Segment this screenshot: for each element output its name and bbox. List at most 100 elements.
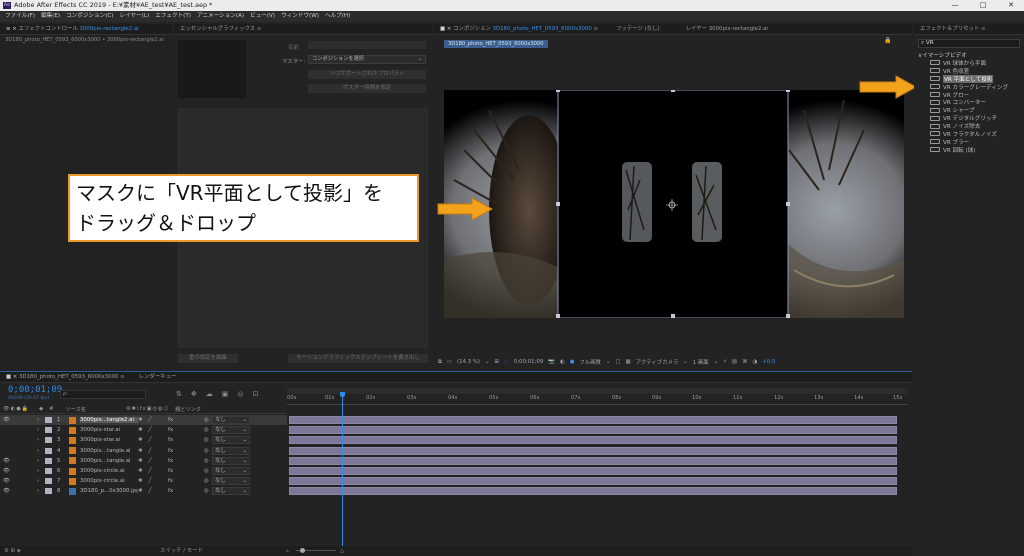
category-immersive-video[interactable]: ∨イマーシブビデオ — [918, 51, 967, 59]
timeline-comp-tab[interactable]: ■ × 3D180_photo_HET_0593_6000x3000 ≡ — [6, 372, 125, 382]
layer-row[interactable]: › 4 3000pix...tangle.ai ✱ ╱ fx ◎ なし ⌄ — [0, 446, 287, 456]
layer-row[interactable]: 👁 › 1 3000pix...tangle2.ai ✱ ╱ fx ◎ なし ⌄ — [0, 415, 287, 425]
menu-composition[interactable]: コンポジション(C) — [66, 11, 113, 22]
menu-edit[interactable]: 編集(E) — [41, 11, 60, 22]
parent-dropdown[interactable]: なし ⌄ — [212, 416, 250, 424]
eye-icon[interactable]: 👁 — [3, 458, 11, 464]
menu-effect[interactable]: エフェクト(T) — [155, 11, 191, 22]
layer-name[interactable]: 3000pix-star.ai — [80, 437, 138, 443]
layer-switches[interactable]: ✱ ╱ — [138, 488, 168, 494]
quality-switch[interactable]: fx — [168, 417, 180, 423]
time-ruler[interactable]: 00s 01s 02s 03s 04s 05s 06s 07s 08s 09s … — [287, 394, 907, 405]
layer-switches[interactable]: ✱ ╱ — [138, 427, 168, 433]
transparency-grid-icon[interactable]: ▦ — [626, 359, 631, 365]
quality-switch[interactable]: fx — [168, 427, 180, 433]
menu-layer[interactable]: レイヤー(L) — [120, 11, 150, 22]
transform-handle[interactable] — [671, 314, 675, 318]
graph-editor-icon[interactable]: ⊡ — [252, 390, 258, 398]
pickwhip-icon[interactable]: ◎ — [204, 427, 212, 433]
timeline-current-time[interactable]: 0;00;01;09 — [8, 385, 62, 395]
maximize-button[interactable]: □ — [972, 0, 994, 11]
effect-item[interactable]: VR 回転 (球) — [930, 146, 1022, 154]
quality-switch[interactable]: fx — [168, 488, 180, 494]
show-channel-icon[interactable]: ◐ — [560, 359, 565, 365]
parent-dropdown[interactable]: なし ⌄ — [212, 487, 250, 496]
layer-duration-bar[interactable] — [289, 446, 897, 455]
draft-3d-icon[interactable]: ✥ — [191, 390, 197, 398]
edit-settings-button[interactable]: 重の設定を編集 — [178, 354, 238, 363]
name-field[interactable] — [308, 41, 426, 49]
pickwhip-icon[interactable]: ◎ — [204, 448, 212, 454]
render-queue-tab[interactable]: レンダーキュー — [139, 372, 177, 382]
layer-switches[interactable]: ✱ ╱ — [138, 437, 168, 443]
snapshot-icon[interactable]: 📷 — [548, 359, 555, 365]
effect-item[interactable]: VR デジタルグリッチ — [930, 114, 1022, 122]
layer-row[interactable]: 👁 › 6 3000pix-circle.ai ✱ ╱ fx ◎ なし ⌄ — [0, 466, 287, 476]
effect-item[interactable]: VR 球体から平面 — [930, 59, 1022, 67]
camera-dropdown[interactable]: アクティブカメラ — [636, 358, 679, 366]
chevron-right-icon[interactable]: › — [37, 448, 45, 454]
layer-name[interactable]: 3000pix...tangle.ai — [80, 448, 138, 454]
menu-view[interactable]: ビュー(V) — [250, 11, 275, 22]
layer-name[interactable]: 3D180_p...0x3000.jpg — [80, 488, 138, 494]
quality-switch[interactable]: fx — [168, 458, 180, 464]
layer-name[interactable]: 3000pix...tangle2.ai — [80, 417, 138, 423]
eye-icon[interactable]: 👁 — [3, 488, 11, 494]
effect-item[interactable]: VR シャープ — [930, 106, 1022, 114]
layer-name[interactable]: 3000pix-star.ai — [80, 427, 138, 433]
label-color-swatch[interactable] — [45, 457, 52, 464]
chevron-right-icon[interactable]: › — [37, 488, 45, 494]
effect-item[interactable]: VR コンバーター — [930, 98, 1022, 106]
effect-item[interactable]: VR ノイズ除去 — [930, 122, 1022, 130]
transform-handle[interactable] — [556, 202, 560, 206]
parent-dropdown[interactable]: なし ⌄ — [212, 436, 250, 445]
frame-blend-icon[interactable]: ▣ — [222, 390, 229, 398]
resolution-dropdown[interactable]: フル画質 — [579, 358, 601, 366]
layer-row[interactable]: 👁 › 8 3D180_p...0x3000.jpg ✱ ╱ fx ◎ なし ⌄ — [0, 486, 287, 496]
current-time[interactable]: 0;00;01;09 — [514, 359, 543, 365]
label-color-swatch[interactable] — [45, 417, 52, 423]
composition-canvas[interactable] — [444, 90, 904, 318]
transform-handle[interactable] — [556, 90, 560, 92]
quality-switch[interactable]: fx — [168, 437, 180, 443]
parent-dropdown[interactable]: なし ⌄ — [212, 446, 250, 455]
always-preview-icon[interactable]: ⧉ — [438, 359, 442, 366]
chevron-right-icon[interactable]: › — [37, 478, 45, 484]
motion-blur-icon[interactable]: ◎ — [237, 390, 243, 398]
label-color-swatch[interactable] — [45, 478, 52, 485]
layer-duration-bar[interactable] — [289, 436, 897, 445]
effect-controls-tab[interactable]: ≡ × エフェクトコントロール 3000pix-rectangle2.ai — [0, 24, 172, 35]
fast-preview-icon[interactable]: ⚡ — [723, 359, 727, 365]
zoom-slider-thumb[interactable] — [300, 548, 305, 553]
transform-handle[interactable] — [786, 90, 790, 92]
layer-switches[interactable]: ✱ ╱ — [138, 468, 168, 474]
monitor-icon[interactable]: ▭ — [447, 359, 452, 365]
pickwhip-icon[interactable]: ◎ — [204, 488, 212, 494]
footage-tab[interactable]: フッテージ (なし) — [616, 24, 660, 34]
pickwhip-icon[interactable]: ◎ — [204, 437, 212, 443]
quality-switch[interactable]: fx — [168, 468, 180, 474]
label-color-swatch[interactable] — [45, 488, 52, 495]
parent-dropdown[interactable]: なし ⌄ — [212, 467, 250, 475]
label-color-swatch[interactable] — [45, 427, 52, 434]
label-color-swatch[interactable] — [45, 468, 52, 474]
chevron-right-icon[interactable]: › — [37, 468, 45, 474]
composition-tab[interactable]: ■ × コンポジション 3D180_photo_HET_0593_6000x30… — [440, 24, 598, 34]
eye-icon[interactable]: 👁 — [3, 478, 11, 484]
views-dropdown[interactable]: 1 画面 — [693, 358, 709, 366]
exposure-value[interactable]: +0.0 — [762, 359, 775, 365]
solo-properties-button[interactable]: ソロサポートされたプロパティ — [308, 70, 426, 79]
grid-icon[interactable]: ⊞ — [495, 359, 500, 365]
quality-switch[interactable]: fx — [168, 478, 180, 484]
layer-duration-bar[interactable] — [289, 416, 897, 424]
pickwhip-icon[interactable]: ◎ — [204, 478, 212, 484]
eye-icon[interactable]: 👁 — [3, 417, 11, 423]
transform-handle[interactable] — [671, 90, 675, 92]
timeline-icon[interactable]: ▤ — [732, 359, 737, 365]
effect-item[interactable]: VR カラーグレーディング — [930, 83, 1022, 91]
essential-graphics-tab[interactable]: エッセンシャルグラフィックス ≡ — [174, 24, 432, 35]
close-button[interactable]: ✕ — [1000, 0, 1022, 11]
parent-dropdown[interactable]: なし ⌄ — [212, 477, 250, 486]
layer-switches[interactable]: ✱ ╱ — [138, 448, 168, 454]
effect-item[interactable]: VR フラクタルノイズ — [930, 130, 1022, 138]
